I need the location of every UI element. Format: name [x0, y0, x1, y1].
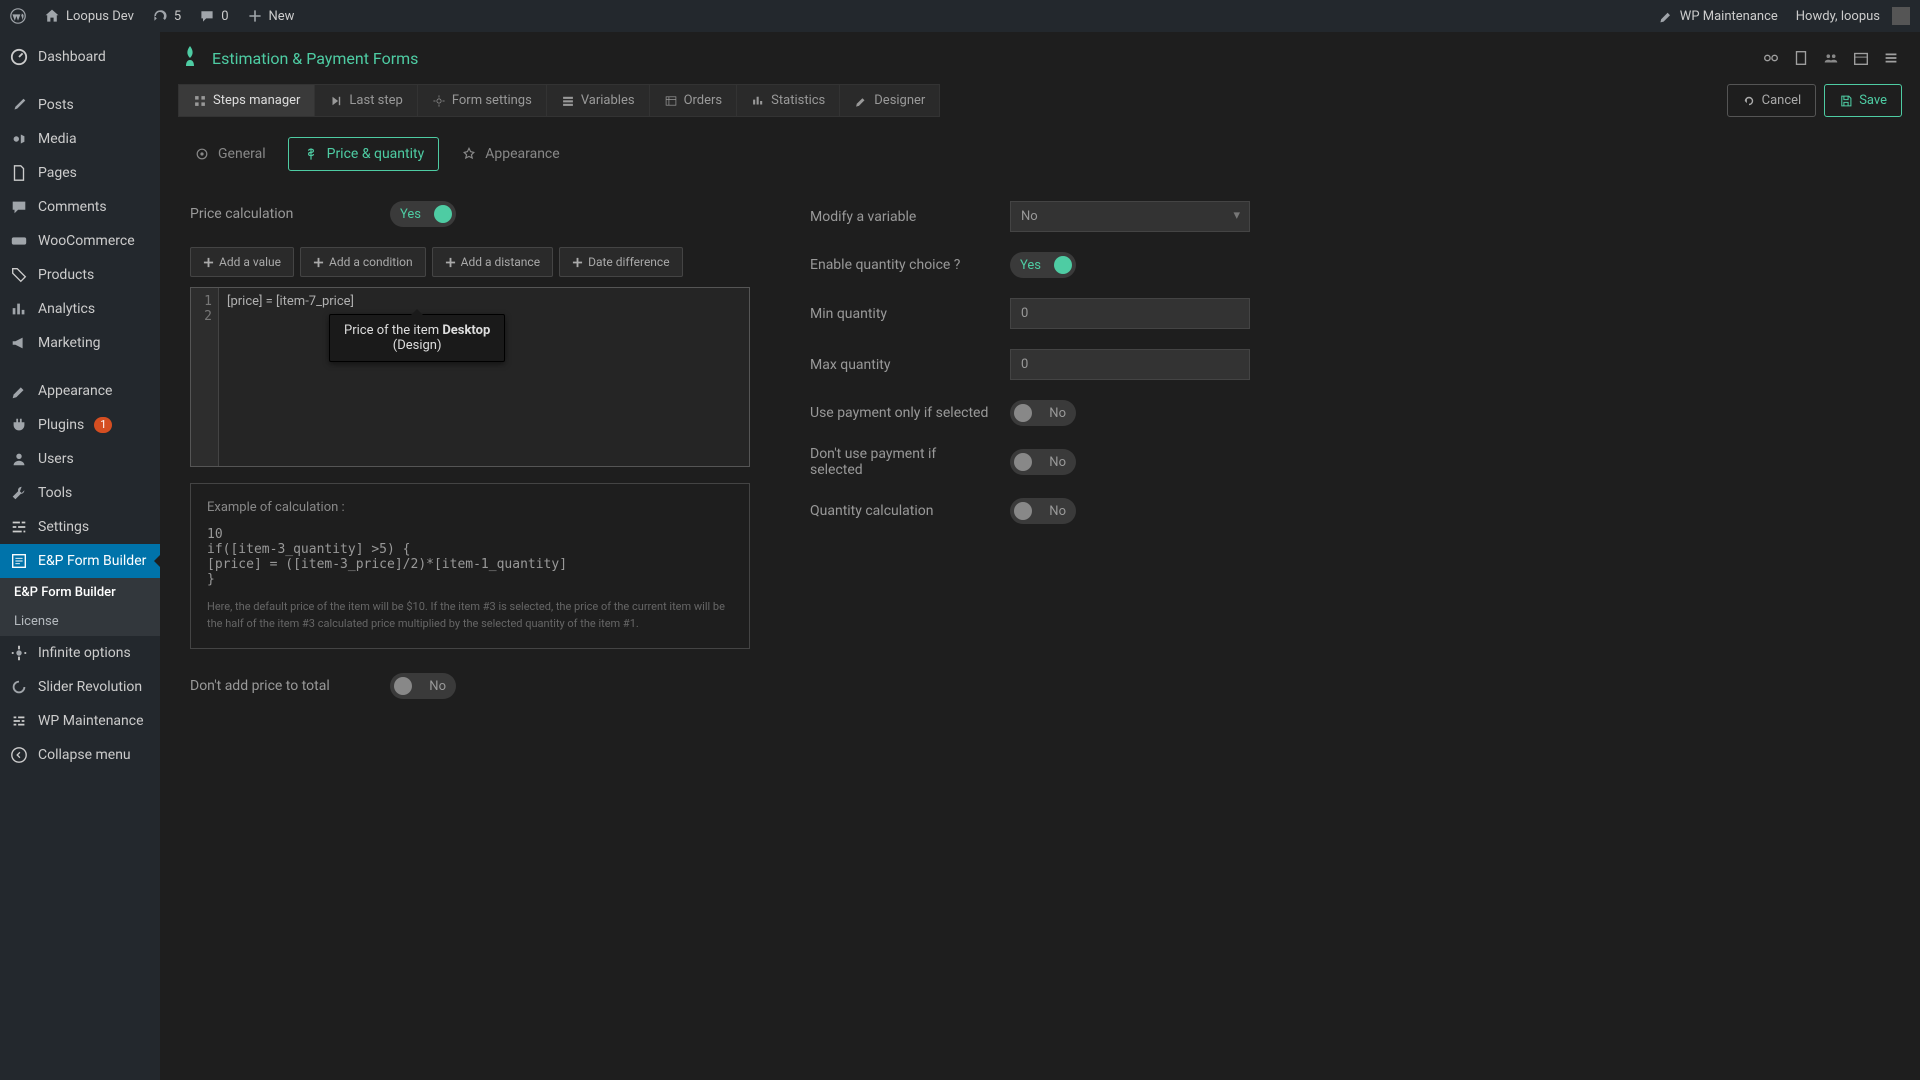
sidebar-analytics[interactable]: Analytics [0, 292, 160, 326]
sidebar-epform-sub[interactable]: E&P Form Builder [0, 578, 160, 607]
toolbar-statistics[interactable]: Statistics [737, 85, 840, 116]
sidebar-slider[interactable]: Slider Revolution [0, 670, 160, 704]
example-code: 10 if([item-3_quantity] >5) { [price] = … [207, 527, 733, 587]
example-note: Here, the default price of the item will… [207, 599, 733, 632]
plugins-badge: 1 [94, 417, 112, 433]
label-min-qty: Min quantity [810, 306, 990, 322]
toggle-dont-add[interactable]: No [390, 673, 456, 699]
updates-link[interactable]: 5 [152, 8, 181, 24]
label-enable-qty: Enable quantity choice ? [810, 257, 990, 273]
code-text: [price] = [item-7_price] [227, 294, 354, 309]
sidebar-media[interactable]: Media [0, 122, 160, 156]
plugin-title: Estimation & Payment Forms [212, 49, 418, 68]
avatar [1892, 7, 1910, 25]
sidebar-infinite[interactable]: Infinite options [0, 636, 160, 670]
admin-topbar: Loopus Dev 5 0 New WP Maintenance Howdy,… [0, 0, 1920, 32]
toggle-dont-use-payment[interactable]: No [1010, 449, 1076, 475]
sidebar-dashboard[interactable]: Dashboard [0, 40, 160, 74]
label-modify-var: Modify a variable [810, 209, 990, 225]
sidebar-marketing[interactable]: Marketing [0, 326, 160, 360]
label-dont-add: Don't add price to total [190, 678, 370, 694]
sidebar-epform[interactable]: E&P Form Builder [0, 544, 160, 578]
date-diff-button[interactable]: Date difference [559, 247, 683, 277]
sidebar-woo[interactable]: WooCommerce [0, 224, 160, 258]
comments-link[interactable]: 0 [199, 8, 228, 24]
add-condition-button[interactable]: Add a condition [300, 247, 426, 277]
line-gutter: 12 [191, 288, 219, 466]
label-dont-use-payment: Don't use payment if selected [810, 446, 990, 478]
toggle-use-payment[interactable]: No [1010, 400, 1076, 426]
sidebar-products[interactable]: Products [0, 258, 160, 292]
sidebar-posts[interactable]: Posts [0, 88, 160, 122]
label-max-qty: Max quantity [810, 357, 990, 373]
document-icon[interactable] [1792, 49, 1810, 67]
toolbar-steps[interactable]: Steps manager [179, 85, 315, 116]
label-price-calc: Price calculation [190, 206, 370, 222]
label-use-payment: Use payment only if selected [810, 405, 990, 421]
input-min-qty[interactable] [1010, 298, 1250, 329]
tab-general[interactable]: General [180, 137, 280, 171]
sidebar-tools[interactable]: Tools [0, 476, 160, 510]
toolbar-designer[interactable]: Designer [840, 85, 939, 116]
sidebar-collapse[interactable]: Collapse menu [0, 738, 160, 772]
code-editor[interactable]: 12 [price] = [item-7_price] Price of the… [190, 287, 750, 467]
sidebar-license[interactable]: License [0, 607, 160, 636]
wpm-link[interactable]: WP Maintenance [1658, 8, 1778, 24]
site-link[interactable]: Loopus Dev [44, 8, 134, 24]
sidebar-plugins[interactable]: Plugins1 [0, 408, 160, 442]
toolbar-formsettings[interactable]: Form settings [418, 85, 547, 116]
plugin-logo-icon [180, 44, 200, 72]
toolbar-laststep[interactable]: Last step [315, 85, 417, 116]
add-distance-button[interactable]: Add a distance [432, 247, 553, 277]
howdy-link[interactable]: Howdy, loopus [1796, 7, 1910, 25]
admin-sidebar: Dashboard Posts Media Pages Comments Woo… [0, 32, 160, 1080]
sidebar-settings[interactable]: Settings [0, 510, 160, 544]
toggle-qty-calc[interactable]: No [1010, 498, 1076, 524]
input-max-qty[interactable] [1010, 349, 1250, 380]
label-qty-calc: Quantity calculation [810, 503, 990, 519]
sidebar-appearance[interactable]: Appearance [0, 374, 160, 408]
sidebar-users[interactable]: Users [0, 442, 160, 476]
toggle-price-calc[interactable]: Yes [390, 201, 456, 227]
toggle-enable-qty[interactable]: Yes [1010, 252, 1076, 278]
wp-logo[interactable] [10, 8, 26, 24]
list-icon[interactable] [1882, 49, 1900, 67]
tab-price[interactable]: Price & quantity [288, 137, 440, 171]
add-value-button[interactable]: Add a value [190, 247, 294, 277]
tooltip: Price of the item Desktop(Design) [329, 314, 505, 362]
select-modify-var[interactable]: No [1010, 201, 1250, 232]
tab-appearance[interactable]: Appearance [447, 137, 573, 171]
content-area: Estimation & Payment Forms Steps manager… [160, 32, 1920, 1080]
save-button[interactable]: Save [1824, 84, 1902, 117]
new-link[interactable]: New [247, 8, 295, 24]
cancel-button[interactable]: Cancel [1727, 84, 1817, 117]
toolbar-orders[interactable]: Orders [650, 85, 738, 116]
sidebar-wpm[interactable]: WP Maintenance [0, 704, 160, 738]
example-title: Example of calculation : [207, 500, 733, 515]
toolbar-variables[interactable]: Variables [547, 85, 650, 116]
gear-icon[interactable] [1762, 49, 1780, 67]
users-icon[interactable] [1822, 49, 1840, 67]
sidebar-pages[interactable]: Pages [0, 156, 160, 190]
calendar-icon[interactable] [1852, 49, 1870, 67]
sidebar-comments[interactable]: Comments [0, 190, 160, 224]
example-box: Example of calculation : 10 if([item-3_q… [190, 483, 750, 649]
